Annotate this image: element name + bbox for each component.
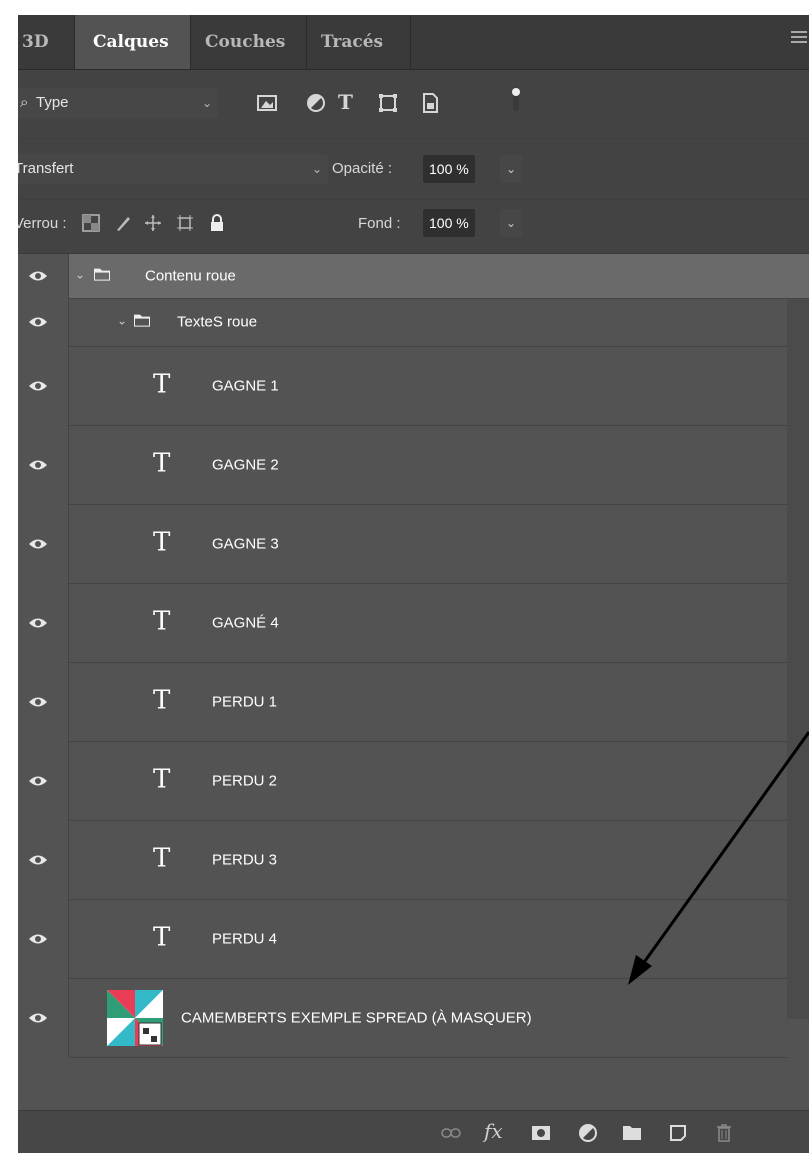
- panel-tab-bar: 3D Calques Couches Tracés: [18, 15, 809, 70]
- eye-icon[interactable]: [28, 695, 48, 709]
- search-icon: ⌕: [20, 94, 29, 111]
- text-layer-icon: T: [153, 606, 171, 636]
- filter-kind-select[interactable]: ⌕ Type ⌄: [18, 88, 218, 118]
- layer-name: PERDU 4: [212, 930, 278, 947]
- tab-3d[interactable]: 3D: [18, 15, 59, 69]
- layer-name: PERDU 1: [212, 693, 278, 710]
- pixel-layer-filter-icon[interactable]: [256, 92, 278, 114]
- layer-name: GAGNE 2: [212, 456, 279, 473]
- adjustment-layer-filter-icon[interactable]: [305, 92, 327, 114]
- chevron-down-icon: ⌄: [202, 96, 213, 110]
- text-layer-icon: T: [153, 922, 171, 952]
- eye-icon[interactable]: [28, 458, 48, 472]
- layer-name: Contenu roue: [145, 267, 236, 285]
- layer-row[interactable]: ⌄ Contenu roue: [18, 254, 809, 299]
- new-group-icon[interactable]: [622, 1123, 642, 1143]
- lock-artboard-icon[interactable]: [176, 214, 194, 232]
- layer-row[interactable]: T GAGNE 1: [18, 346, 809, 426]
- tab-calques[interactable]: Calques: [75, 15, 190, 69]
- folder-icon: [94, 268, 110, 281]
- lock-row: Verrou : Fond : 100 % ⌄: [18, 200, 809, 254]
- blend-row: Transfert ⌄ Opacité : 100 % ⌄: [18, 139, 809, 200]
- layer-row[interactable]: ⌄ TexteS roue: [18, 298, 809, 347]
- new-layer-icon[interactable]: [668, 1123, 688, 1143]
- eye-icon[interactable]: [28, 616, 48, 630]
- layer-row[interactable]: T PERDU 3: [18, 820, 809, 900]
- type-layer-filter-icon[interactable]: T: [338, 90, 360, 114]
- folder-icon: [134, 314, 150, 327]
- filter-kind-label: Type: [36, 94, 69, 111]
- eye-icon[interactable]: [28, 315, 48, 329]
- layer-name: GAGNÉ 4: [212, 614, 279, 631]
- eye-icon[interactable]: [28, 269, 48, 283]
- text-layer-icon: T: [153, 369, 171, 399]
- layers-bottom-toolbar: fx: [18, 1110, 809, 1153]
- eye-icon[interactable]: [28, 932, 48, 946]
- lock-label: Verrou :: [18, 215, 67, 232]
- filter-row: ⌕ Type ⌄ T: [18, 70, 809, 139]
- smart-object-filter-icon[interactable]: [419, 92, 441, 114]
- chevron-down-icon: ⌄: [312, 162, 323, 176]
- text-layer-icon: T: [153, 448, 171, 478]
- layer-row[interactable]: CAMEMBERTS EXEMPLE SPREAD (À MASQUER): [18, 978, 809, 1058]
- tab-divider: [410, 15, 411, 69]
- layer-thumbnail: [107, 990, 163, 1046]
- lock-image-pixels-icon[interactable]: [114, 214, 132, 232]
- lock-all-icon[interactable]: [208, 214, 226, 232]
- lock-position-icon[interactable]: [144, 214, 162, 232]
- eye-icon[interactable]: [28, 379, 48, 393]
- fill-input[interactable]: 100 %: [423, 209, 475, 237]
- chevron-down-icon[interactable]: ⌄: [117, 314, 127, 328]
- layer-name: GAGNE 3: [212, 535, 279, 552]
- layer-name: PERDU 3: [212, 851, 278, 868]
- shape-layer-filter-icon[interactable]: [377, 92, 399, 114]
- eye-icon[interactable]: [28, 537, 48, 551]
- tab-traces[interactable]: Tracés: [307, 15, 397, 69]
- layer-name: CAMEMBERTS EXEMPLE SPREAD (À MASQUER): [181, 1009, 532, 1026]
- layer-row[interactable]: T PERDU 1: [18, 662, 809, 742]
- tab-couches[interactable]: Couches: [191, 15, 299, 69]
- eye-icon[interactable]: [28, 1011, 48, 1025]
- layer-name: TexteS roue: [177, 313, 258, 331]
- text-layer-icon: T: [153, 764, 171, 794]
- layer-row[interactable]: T GAGNÉ 4: [18, 583, 809, 663]
- eye-icon[interactable]: [28, 853, 48, 867]
- layer-row[interactable]: T GAGNE 2: [18, 425, 809, 505]
- text-layer-icon: T: [153, 527, 171, 557]
- lock-transparency-icon[interactable]: [82, 214, 100, 232]
- layer-row[interactable]: T PERDU 2: [18, 741, 809, 821]
- layers-panel: 3D Calques Couches Tracés ⌕ Type ⌄ T Tra…: [18, 15, 809, 1153]
- opacity-dropdown-icon[interactable]: ⌄: [500, 155, 522, 183]
- filter-toggle[interactable]: [512, 86, 520, 112]
- layer-style-icon[interactable]: fx: [484, 1119, 503, 1143]
- adjustment-layer-icon[interactable]: [578, 1123, 598, 1143]
- fill-label: Fond :: [358, 215, 401, 232]
- opacity-label: Opacité :: [332, 160, 393, 177]
- text-layer-icon: T: [153, 843, 171, 873]
- blend-mode-value: Transfert: [18, 160, 74, 177]
- layer-name: PERDU 2: [212, 772, 278, 789]
- layers-list: ⌄ Contenu roue ⌄ TexteS roue T GAGNE 1 T…: [18, 254, 809, 1058]
- blend-mode-select[interactable]: Transfert ⌄: [18, 154, 328, 184]
- layer-row[interactable]: T PERDU 4: [18, 899, 809, 979]
- panel-menu-icon[interactable]: [791, 31, 807, 45]
- chevron-down-icon[interactable]: ⌄: [75, 268, 85, 282]
- fill-dropdown-icon[interactable]: ⌄: [500, 209, 522, 237]
- add-mask-icon[interactable]: [531, 1123, 551, 1143]
- layer-name: GAGNE 1: [212, 377, 279, 394]
- link-layers-icon[interactable]: [441, 1123, 461, 1143]
- eye-icon[interactable]: [28, 774, 48, 788]
- layer-row[interactable]: T GAGNE 3: [18, 504, 809, 584]
- text-layer-icon: T: [153, 685, 171, 715]
- trash-icon[interactable]: [714, 1123, 734, 1143]
- opacity-input[interactable]: 100 %: [423, 155, 475, 183]
